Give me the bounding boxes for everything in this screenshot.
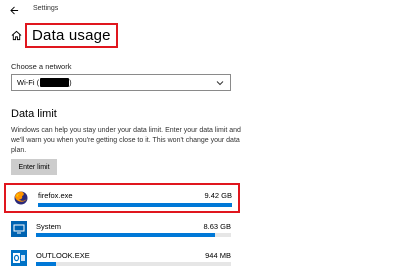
network-label: Choose a network	[11, 62, 72, 71]
back-arrow-icon	[9, 6, 18, 14]
app-usage-row-system[interactable]: System 8.63 GB	[11, 218, 233, 244]
back-button[interactable]	[6, 2, 22, 18]
data-limit-description: Windows can help you stay under your dat…	[11, 127, 241, 154]
app-usage-row-outlook[interactable]: OUTLOOK.EXE 944 MB	[11, 247, 233, 273]
app-data-size: 944 MB	[205, 251, 231, 260]
app-name: OUTLOOK.EXE	[36, 251, 90, 260]
network-selected-value: Wi-Fi ()	[17, 77, 72, 88]
app-data-size: 8.63 GB	[203, 222, 231, 231]
outlook-icon	[11, 250, 27, 266]
window-title: Settings	[33, 5, 59, 12]
network-dropdown[interactable]: Wi-Fi ()	[11, 74, 231, 91]
app-name: firefox.exe	[38, 191, 73, 200]
usage-bar	[36, 262, 231, 266]
home-icon	[11, 30, 22, 41]
app-name: System	[36, 222, 62, 231]
usage-bar-fill	[38, 203, 232, 207]
usage-bar-fill	[36, 262, 56, 266]
app-data-size: 9.42 GB	[204, 191, 232, 200]
app-usage-row-firefox[interactable]: firefox.exe 9.42 GB	[4, 183, 240, 213]
usage-bar-fill	[36, 233, 216, 237]
chevron-down-icon	[216, 81, 224, 86]
title-bar: Settings	[0, 0, 400, 20]
system-icon	[11, 221, 27, 237]
usage-bar	[36, 233, 231, 237]
redacted-block	[40, 78, 70, 88]
firefox-icon	[13, 190, 29, 206]
usage-bar	[38, 203, 232, 207]
page-title: Data usage	[32, 27, 111, 44]
page-title-highlight: Data usage	[25, 23, 118, 48]
enter-limit-button[interactable]: Enter limit	[11, 159, 57, 175]
data-limit-heading: Data limit	[11, 108, 57, 120]
